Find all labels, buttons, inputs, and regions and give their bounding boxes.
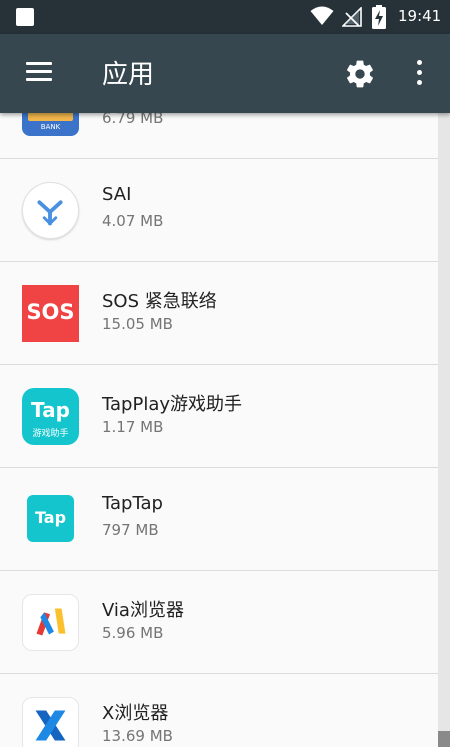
app-name: SOS 紧急联络: [102, 291, 217, 312]
scrollbar-track[interactable]: [438, 113, 450, 747]
app-size: 5.96 MB: [102, 624, 164, 642]
status-time: 19:41: [398, 7, 442, 25]
app-size: 4.07 MB: [102, 212, 164, 230]
app-size: 6.79 MB: [102, 113, 164, 127]
x-browser-icon: [22, 697, 79, 747]
page-title: 应用: [102, 60, 155, 90]
app-name: X浏览器: [102, 703, 169, 724]
taptap-icon: Tap: [27, 495, 74, 542]
list-item[interactable]: Tap 游戏助手 TapPlay游戏助手 1.17 MB: [0, 365, 438, 468]
list-item[interactable]: Tap TapTap 797 MB: [0, 468, 438, 571]
tapplay-icon: Tap 游戏助手: [22, 388, 79, 445]
app-size: 13.69 MB: [102, 727, 173, 745]
app-list[interactable]: BANK 6.79 MB SAI 4.07 MB SOS SOS 紧急联络 15…: [0, 113, 438, 747]
app-bar: 应用: [0, 34, 450, 113]
no-signal-icon: [342, 7, 362, 27]
app-name: TapTap: [102, 493, 163, 514]
app-size: 1.17 MB: [102, 418, 164, 436]
list-item[interactable]: SOS SOS 紧急联络 15.05 MB: [0, 262, 438, 365]
list-item[interactable]: Via浏览器 5.96 MB: [0, 571, 438, 674]
bank-app-icon: BANK: [22, 113, 79, 136]
list-item[interactable]: BANK 6.79 MB: [0, 113, 438, 159]
app-name: SAI: [102, 184, 132, 205]
battery-charging-icon: [372, 5, 386, 29]
sai-split-icon: [22, 182, 79, 239]
app-size: 15.05 MB: [102, 315, 173, 333]
list-item[interactable]: SAI 4.07 MB: [0, 159, 438, 262]
via-browser-icon: [22, 594, 79, 651]
app-name: Via浏览器: [102, 600, 184, 621]
scrollbar-thumb[interactable]: [438, 731, 450, 747]
status-bar: 19:41: [0, 0, 450, 34]
list-item[interactable]: X浏览器 13.69 MB: [0, 674, 438, 747]
app-name: TapPlay游戏助手: [102, 394, 243, 415]
gear-icon[interactable]: [344, 58, 376, 90]
notification-icon: [16, 8, 34, 26]
hamburger-menu-icon[interactable]: [26, 62, 54, 84]
more-vert-icon[interactable]: [409, 60, 429, 88]
sos-icon: SOS: [22, 285, 79, 342]
app-size: 797 MB: [102, 521, 159, 539]
wifi-icon: [310, 6, 334, 25]
